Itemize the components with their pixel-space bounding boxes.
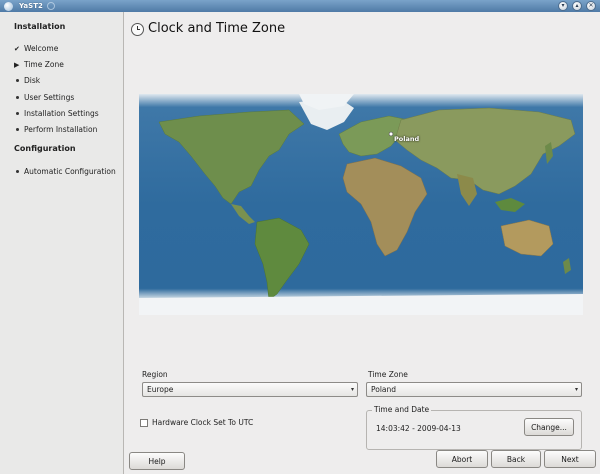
step-label: Perform Installation — [24, 125, 98, 134]
step-label: Welcome — [24, 44, 59, 53]
installation-heading: Installation — [14, 22, 66, 31]
maximize-button[interactable]: ▴ — [572, 1, 582, 11]
checkmark-icon: ✔ — [14, 44, 20, 53]
step-perform-installation: Perform Installation — [14, 125, 97, 134]
close-button[interactable]: ✕ — [586, 1, 596, 11]
step-label: Disk — [24, 76, 41, 85]
dropdown-arrow-icon: ▾ — [574, 386, 578, 393]
steps-sidebar: Installation ✔ Welcome ▶ Time Zone Disk … — [0, 12, 124, 474]
world-map-image — [139, 94, 583, 315]
hardware-clock-utc-label[interactable]: Hardware Clock Set To UTC — [152, 418, 253, 427]
bullet-icon — [16, 128, 19, 131]
bullet-icon — [16, 96, 19, 99]
bullet-icon — [16, 112, 19, 115]
timezone-value: Poland — [371, 385, 397, 394]
region-value: Europe — [147, 385, 174, 394]
step-label: Time Zone — [24, 60, 64, 69]
step-disk: Disk — [14, 76, 40, 85]
step-welcome: ✔ Welcome — [14, 44, 58, 53]
window-title: YaST2 — [19, 2, 43, 10]
step-label: User Settings — [24, 93, 75, 102]
step-label: Installation Settings — [24, 109, 99, 118]
pin-icon[interactable] — [46, 2, 55, 10]
step-user-settings: User Settings — [14, 93, 74, 102]
bullet-icon — [16, 79, 19, 82]
step-label: Automatic Configuration — [24, 167, 116, 176]
minimize-button[interactable]: ▾ — [558, 1, 568, 11]
current-step-arrow-icon: ▶ — [14, 60, 20, 69]
region-select[interactable]: Europe ▾ — [142, 382, 358, 397]
bullet-icon — [16, 170, 19, 173]
region-label: Region — [142, 370, 168, 379]
yast-app-icon — [4, 1, 13, 11]
change-time-button[interactable]: Change... — [524, 418, 574, 436]
world-timezone-map[interactable]: Poland — [139, 94, 583, 315]
configuration-heading: Configuration — [14, 144, 76, 153]
timezone-select[interactable]: Poland ▾ — [366, 382, 582, 397]
help-button[interactable]: Help — [129, 452, 185, 470]
next-button[interactable]: Next — [544, 450, 596, 468]
page-title: Clock and Time Zone — [148, 21, 286, 36]
timezone-label: Time Zone — [368, 370, 408, 379]
time-and-date-label: Time and Date — [372, 405, 432, 414]
hardware-clock-utc-checkbox[interactable] — [140, 419, 148, 427]
poland-marker-icon — [388, 131, 394, 137]
clock-icon — [131, 23, 144, 36]
abort-button[interactable]: Abort — [436, 450, 488, 468]
back-button[interactable]: Back — [491, 450, 541, 468]
dropdown-arrow-icon: ▾ — [350, 386, 354, 393]
step-installation-settings: Installation Settings — [14, 109, 99, 118]
step-time-zone: ▶ Time Zone — [14, 60, 64, 69]
map-selected-zone-label: Poland — [394, 135, 420, 143]
window-titlebar[interactable]: YaST2 ▾ ▴ ✕ — [0, 0, 600, 12]
current-time-value: 14:03:42 - 2009-04-13 — [376, 424, 461, 433]
main-panel: Clock and Time Zone Poland Region Europe… — [124, 12, 600, 474]
step-automatic-configuration: Automatic Configuration — [14, 167, 116, 176]
